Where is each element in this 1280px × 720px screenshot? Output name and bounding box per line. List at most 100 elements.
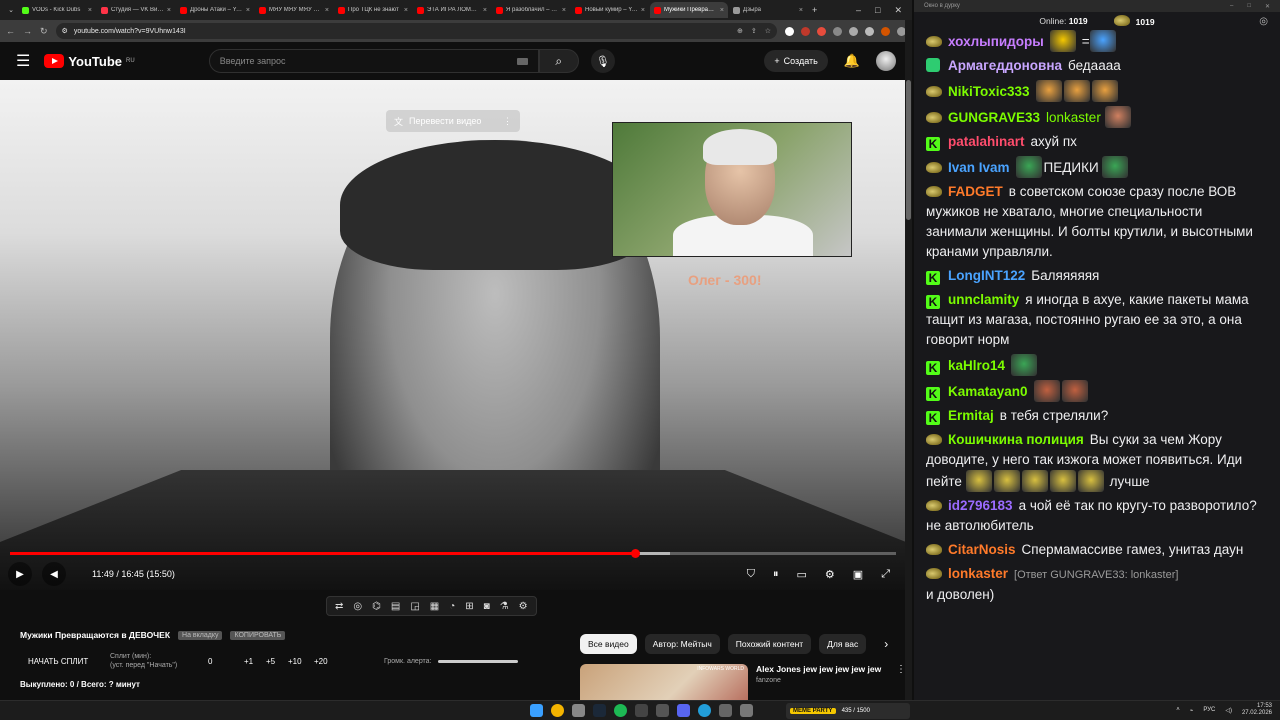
sponsorblock-icon[interactable]: ⛉: [747, 568, 755, 581]
browser-tab[interactable]: Новый кумир – YouTube×: [571, 2, 649, 18]
tab-close-icon[interactable]: ×: [246, 7, 250, 14]
increment-button[interactable]: +5: [266, 657, 288, 666]
screenshot-icon[interactable]: ◙: [484, 601, 490, 612]
fullscreen-icon[interactable]: ⤢: [881, 568, 890, 581]
maximize-icon[interactable]: □: [1247, 3, 1251, 10]
steam-icon[interactable]: [593, 704, 606, 717]
chevron-right-icon[interactable]: ›: [884, 637, 888, 651]
chip-for-you[interactable]: Для вас: [819, 634, 867, 654]
search-input[interactable]: Введите запрос: [208, 49, 539, 73]
more-vert-icon[interactable]: ⋮: [503, 116, 512, 127]
app-icon[interactable]: [719, 704, 732, 717]
new-tab-icon[interactable]: +: [812, 5, 817, 15]
voice-search-button[interactable]: 🎙: [590, 49, 615, 73]
tab-close-icon[interactable]: ×: [325, 7, 329, 14]
chip-author[interactable]: Автор: Мейтыч: [644, 634, 720, 654]
zoom-icon[interactable]: ⊕: [737, 27, 743, 35]
app-icon[interactable]: [656, 704, 669, 717]
browser-tab[interactable]: Про ТЦК не знают ×: [334, 2, 412, 18]
chat-username[interactable]: Кошичкина полиция: [948, 432, 1084, 447]
camera-settings-icon[interactable]: ⌬: [372, 601, 381, 612]
browser-tab[interactable]: Я разоблачил – YouTube×: [492, 2, 570, 18]
forward-icon[interactable]: →: [23, 26, 32, 36]
recommended-video[interactable]: INFOWARS WORLD Alex Jones jew jew jew je…: [580, 664, 906, 700]
increment-button[interactable]: +10: [288, 657, 314, 666]
chat-username[interactable]: unnclamity: [948, 292, 1019, 307]
maximize-icon[interactable]: □: [875, 5, 880, 16]
telegram-icon[interactable]: [698, 704, 711, 717]
recommended-title[interactable]: Alex Jones jew jew jew jew jew: [756, 664, 888, 674]
app-icon[interactable]: [572, 704, 585, 717]
discord-icon[interactable]: [677, 704, 690, 717]
tab-close-icon[interactable]: ×: [483, 7, 487, 14]
browser-tab[interactable]: ЭТА ИГРА ЛОМАЕТ ×: [413, 2, 491, 18]
youtube-logo[interactable]: YouTube RU: [44, 54, 135, 69]
browser-tab[interactable]: Дроны Атаки – YouTube×: [176, 2, 254, 18]
chat-username[interactable]: Kamatayan0: [948, 384, 1028, 399]
extension-icon[interactable]: [785, 26, 794, 36]
chrome-icon[interactable]: [551, 704, 564, 717]
to-tab-button[interactable]: На вкладку: [178, 630, 223, 640]
audio-icon[interactable]: ◎: [353, 601, 362, 612]
pip-icon[interactable]: ◲: [410, 601, 419, 612]
chat-reply-reference[interactable]: [Ответ GUNGRAVE33: lonkaster]: [1014, 569, 1178, 581]
play-button[interactable]: ▶: [8, 562, 32, 586]
chat-username[interactable]: NikiToxic333: [948, 84, 1030, 99]
video-thumbnail[interactable]: INFOWARS WORLD: [580, 664, 748, 700]
close-window-icon[interactable]: ✕: [894, 5, 902, 16]
spotify-icon[interactable]: [614, 704, 627, 717]
start-split-button[interactable]: НАЧАТЬ СПЛИТ: [20, 657, 110, 666]
tray-chevron-icon[interactable]: ˄: [1176, 707, 1180, 713]
chat-username[interactable]: id2796183: [948, 498, 1013, 513]
chip-similar[interactable]: Похожий контент: [727, 634, 812, 654]
chat-username[interactable]: хохлыпидоры: [948, 34, 1044, 49]
browser-tab[interactable]: VODs - Kick Dubs ×: [18, 2, 96, 18]
speed-icon[interactable]: ◔: [449, 601, 455, 612]
hamburger-menu-icon[interactable]: ☰: [16, 51, 30, 71]
chat-settings-icon[interactable]: ◎: [1259, 16, 1268, 27]
share-icon[interactable]: ⇪: [751, 27, 757, 35]
search-button[interactable]: ⌕: [538, 49, 579, 73]
keyboard-icon[interactable]: [516, 57, 528, 65]
autoplay-toggle-icon[interactable]: ⏸: [773, 568, 779, 581]
chat-username[interactable]: lonkaster: [948, 566, 1008, 581]
progress-bar[interactable]: [10, 549, 896, 558]
tab-close-icon[interactable]: ×: [88, 7, 92, 14]
avatar[interactable]: [876, 51, 896, 71]
tab-close-icon[interactable]: ×: [562, 7, 566, 14]
reload-icon[interactable]: ↻: [40, 26, 48, 37]
tab-close-icon[interactable]: ×: [167, 7, 171, 14]
chat-username[interactable]: Армагеддоновна: [948, 58, 1062, 73]
video-player[interactable]: 文 Перевести видео ⋮ Олег - 300! ▶ ◀ 11:4…: [0, 80, 906, 590]
app-icon[interactable]: [740, 704, 753, 717]
volume-tray-icon[interactable]: ◁): [1225, 707, 1232, 714]
notifications-bell-icon[interactable]: 🔔: [844, 53, 860, 69]
chat-username[interactable]: CitarNosis: [948, 542, 1016, 557]
close-window-icon[interactable]: ✕: [1265, 3, 1270, 10]
lang-indicator[interactable]: РУС: [1203, 707, 1215, 713]
minimize-icon[interactable]: –: [856, 5, 861, 16]
filter-icon[interactable]: ⚗: [500, 601, 509, 612]
copy-button[interactable]: КОПИРОВАТЬ: [230, 630, 286, 640]
browser-tab[interactable]: МЯУ МЯУ МЯУ – YouTube×: [255, 2, 333, 18]
loop-icon[interactable]: ⇄: [335, 601, 343, 612]
progress-scrubber[interactable]: [630, 549, 640, 558]
create-button[interactable]: + Создать: [764, 50, 828, 72]
extension-icon[interactable]: [849, 26, 858, 36]
translate-video-button[interactable]: 文 Перевести видео ⋮: [386, 110, 520, 132]
subtitles-icon[interactable]: ▭: [797, 568, 807, 581]
recommended-channel[interactable]: fanzone: [756, 677, 888, 684]
chat-username[interactable]: GUNGRAVE33: [948, 110, 1040, 125]
theater-mode-icon[interactable]: ▣: [853, 568, 863, 581]
bookmark-star-icon[interactable]: ☆: [765, 27, 771, 35]
chat-username[interactable]: kaHlro14: [948, 358, 1005, 373]
back-icon[interactable]: ←: [6, 26, 15, 36]
network-icon[interactable]: ⌁: [1190, 707, 1194, 714]
chat-username[interactable]: Ermitaj: [948, 408, 994, 423]
clock[interactable]: 17:53 27.02.2026: [1242, 703, 1272, 717]
increment-button[interactable]: +20: [314, 657, 340, 666]
tab-close-icon[interactable]: ×: [720, 7, 724, 14]
chip-all-videos[interactable]: Все видео: [580, 634, 637, 654]
tab-search-icon[interactable]: ⌄: [4, 3, 18, 17]
extension-icon[interactable]: [817, 26, 826, 36]
